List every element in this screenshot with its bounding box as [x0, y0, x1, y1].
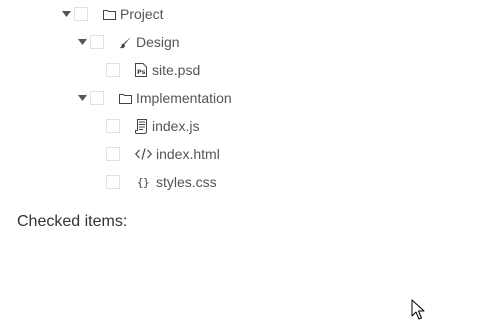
styles-css-checkbox[interactable] — [106, 175, 120, 189]
code-icon — [134, 146, 152, 162]
index-html-checkbox[interactable] — [106, 147, 120, 161]
tree-item-label: styles.css — [156, 174, 217, 190]
svg-text:Ps: Ps — [137, 68, 146, 76]
tree-item-label: Implementation — [136, 90, 232, 106]
folder-icon — [102, 6, 116, 22]
brush-icon — [118, 34, 132, 50]
site-psd-checkbox[interactable] — [106, 63, 120, 77]
tree-item-project[interactable]: Project — [61, 0, 164, 28]
collapse-arrow-icon[interactable] — [61, 9, 71, 19]
tree-item-label: site.psd — [152, 62, 201, 78]
js-file-icon — [134, 118, 148, 134]
collapse-arrow-icon[interactable] — [77, 37, 87, 47]
project-checkbox[interactable] — [74, 7, 88, 21]
implementation-checkbox[interactable] — [90, 91, 104, 105]
css-braces-icon: {} — [136, 175, 150, 189]
tree-item-label: Design — [136, 34, 180, 50]
mouse-pointer-icon — [411, 299, 425, 325]
treeview-demo: Project Design Ps site.psd Implementatio… — [0, 0, 500, 332]
tree-item-index-html[interactable]: index.html — [93, 140, 220, 168]
tree-item-label: Project — [120, 6, 164, 22]
tree-item-implementation[interactable]: Implementation — [77, 84, 232, 112]
tree-item-index-js[interactable]: index.js — [93, 112, 199, 140]
tree-item-styles-css[interactable]: {} styles.css — [93, 168, 217, 196]
tree-item-design[interactable]: Design — [77, 28, 180, 56]
tree-item-label: index.js — [152, 118, 200, 134]
collapse-arrow-icon[interactable] — [77, 93, 87, 103]
checked-items-label: Checked items: — [17, 213, 128, 230]
design-checkbox[interactable] — [90, 35, 104, 49]
folder-icon — [118, 90, 132, 106]
tree-item-site-psd[interactable]: Ps site.psd — [93, 56, 200, 84]
tree-item-label: index.html — [156, 146, 220, 162]
index-js-checkbox[interactable] — [106, 119, 120, 133]
psd-file-icon: Ps — [134, 62, 148, 78]
